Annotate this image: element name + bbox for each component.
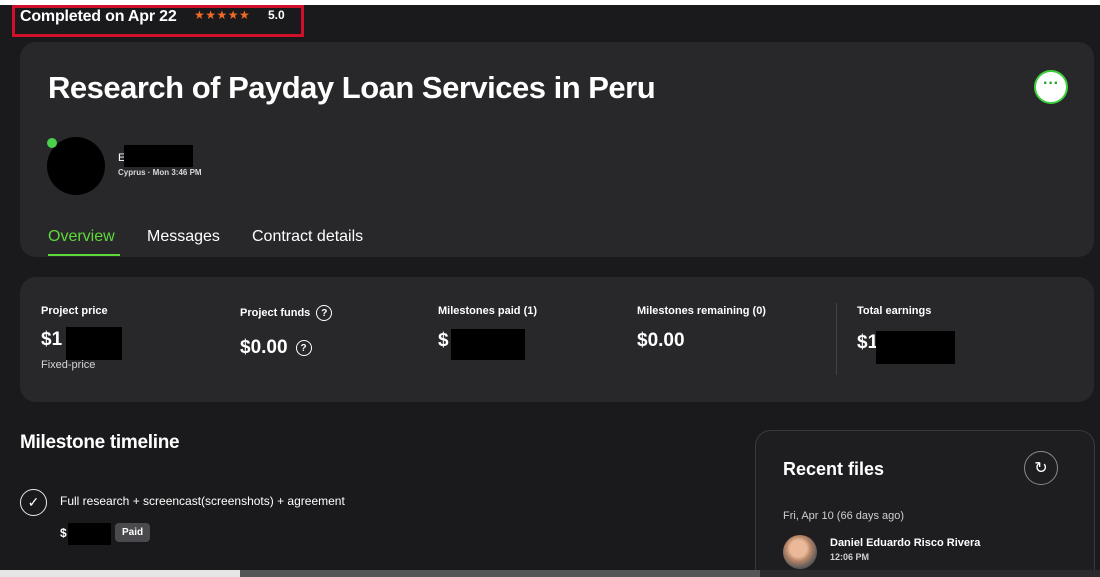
help-icon[interactable]: ? [316, 305, 333, 321]
redaction-block [66, 327, 122, 360]
page-title: Research of Payday Loan Services in Peru [48, 70, 656, 105]
pricing-type: Fixed-price [41, 359, 96, 371]
online-status-icon [47, 138, 57, 148]
redaction-block [68, 523, 111, 545]
milestone-name: Full research + screencast(screenshots) … [60, 494, 345, 508]
help-icon[interactable]: ? [295, 340, 312, 356]
stat-project-funds: Project funds ? [240, 305, 333, 321]
tab-overview[interactable]: Overview [48, 228, 115, 246]
scrollbar-segment [0, 570, 240, 577]
refresh-icon: ↻ [1034, 460, 1048, 477]
tab-messages[interactable]: Messages [147, 228, 220, 246]
avatar [783, 535, 817, 569]
completed-date-text: Completed on Apr 22 [20, 8, 177, 25]
stat-project-price: Project price [41, 305, 108, 317]
client-avatar-wrap[interactable] [46, 136, 106, 196]
redaction-block [876, 331, 955, 364]
stat-label: Milestones paid (1) [438, 305, 538, 317]
status-badge: Paid [115, 523, 151, 542]
file-uploader-name: Daniel Eduardo Risco Rivera [830, 537, 981, 549]
star-rating-icon: ★★★★★ [194, 8, 251, 22]
contract-stats-card: Project price $1 Fixed-price Project fun… [20, 277, 1094, 402]
project-price-value: $1 [41, 329, 63, 350]
check-icon: ✓ [20, 489, 47, 516]
recent-files-card: Recent files ↻ Fri, Apr 10 (66 days ago)… [755, 430, 1095, 577]
stat-milestones-paid: Milestones paid (1) [438, 305, 537, 317]
file-date: Fri, Apr 10 (66 days ago) [783, 510, 905, 522]
file-time: 12:06 PM [830, 552, 870, 562]
client-location-time: Cyprus · Mon 3:46 PM [118, 168, 202, 177]
horizontal-scrollbar[interactable] [0, 570, 1100, 577]
stat-label: Project funds [240, 307, 311, 319]
stat-label: Total earnings [857, 305, 932, 317]
milestones-paid-value: $ [438, 330, 449, 351]
more-icon: ··· [1043, 75, 1059, 92]
stat-total-earnings: Total earnings [857, 305, 931, 317]
completion-status-bar: Completed on Apr 22 ★★★★★ 5.0 [0, 5, 1100, 42]
contract-header-card: Research of Payday Loan Services in Peru… [20, 42, 1094, 257]
stat-label: Project price [41, 305, 108, 317]
refresh-button[interactable]: ↻ [1024, 451, 1058, 485]
active-tab-indicator [48, 254, 120, 256]
milestone-timeline-title: Milestone timeline [20, 432, 180, 453]
scrollbar-thumb[interactable] [240, 570, 760, 577]
tab-contract-details[interactable]: Contract details [252, 228, 363, 246]
project-funds-value: $0.00 [240, 337, 288, 358]
divider [836, 303, 837, 375]
redaction-block [124, 145, 193, 167]
stat-label: Milestones remaining (0) [637, 305, 766, 317]
milestones-remaining-value: $0.00 [637, 330, 685, 351]
total-earnings-value: $1 [857, 332, 879, 353]
more-options-button[interactable]: ··· [1034, 70, 1068, 104]
rating-value: 5.0 [268, 8, 285, 22]
milestone-amount: $ [60, 526, 67, 540]
redaction-block [451, 329, 525, 360]
recent-files-title: Recent files [783, 459, 885, 479]
stat-milestones-remaining: Milestones remaining (0) [637, 305, 766, 317]
